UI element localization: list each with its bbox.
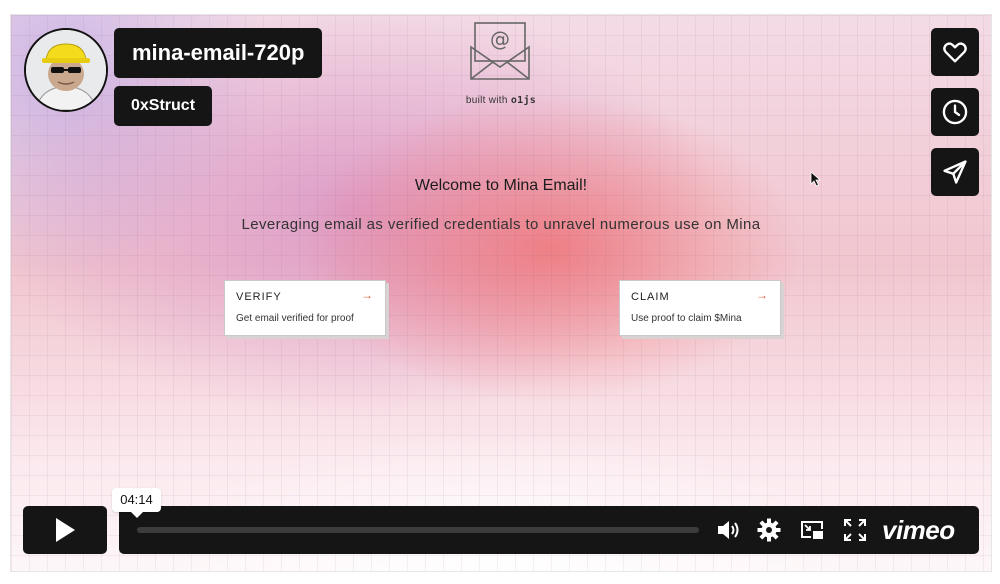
claim-card-title: CLAIM xyxy=(631,291,670,303)
verify-card[interactable]: VERIFY → Get email verified for proof xyxy=(224,280,386,336)
play-button[interactable] xyxy=(23,506,107,554)
send-icon xyxy=(943,160,967,184)
vimeo-logo[interactable]: vimeo xyxy=(882,515,955,546)
built-with-prefix: built with xyxy=(465,95,508,106)
heart-icon xyxy=(943,42,967,63)
settings-button[interactable] xyxy=(756,517,782,543)
progress-bar[interactable] xyxy=(137,527,699,533)
share-button[interactable] xyxy=(931,148,979,196)
built-with-label: built with o1js xyxy=(451,95,551,106)
welcome-heading: Welcome to Mina Email! xyxy=(414,177,588,194)
clock-icon xyxy=(942,99,968,125)
video-title[interactable]: mina-email-720p xyxy=(114,28,323,78)
avatar-image xyxy=(26,30,106,110)
like-button[interactable] xyxy=(931,28,979,76)
volume-icon xyxy=(718,521,739,539)
fullscreen-icon xyxy=(844,519,866,541)
arrow-right-icon: → xyxy=(361,288,373,302)
claim-card[interactable]: CLAIM → Use proof to claim $Mina xyxy=(619,280,781,336)
pip-button[interactable] xyxy=(799,517,825,543)
built-with-tool: o1js xyxy=(510,95,537,106)
email-logo-icon: @ xyxy=(470,22,530,80)
avatar[interactable] xyxy=(24,28,108,112)
play-icon xyxy=(56,518,75,542)
fullscreen-button[interactable] xyxy=(842,517,868,543)
control-bar: vimeo xyxy=(119,506,979,554)
tagline: Leveraging email as verified credentials… xyxy=(241,216,761,233)
time-tooltip: 04:14 xyxy=(112,488,161,518)
pip-icon xyxy=(801,521,823,539)
arrow-right-icon: → xyxy=(756,288,768,302)
author-name[interactable]: 0xStruct xyxy=(114,86,213,126)
volume-button[interactable] xyxy=(715,517,741,543)
svg-text:@: @ xyxy=(490,27,510,51)
claim-card-subtitle: Use proof to claim $Mina xyxy=(631,313,742,324)
verify-card-title: VERIFY xyxy=(236,291,282,303)
watch-later-button[interactable] xyxy=(931,88,979,136)
mouse-cursor-icon xyxy=(810,171,822,187)
gear-icon xyxy=(757,518,781,542)
verify-card-subtitle: Get email verified for proof xyxy=(236,313,354,324)
